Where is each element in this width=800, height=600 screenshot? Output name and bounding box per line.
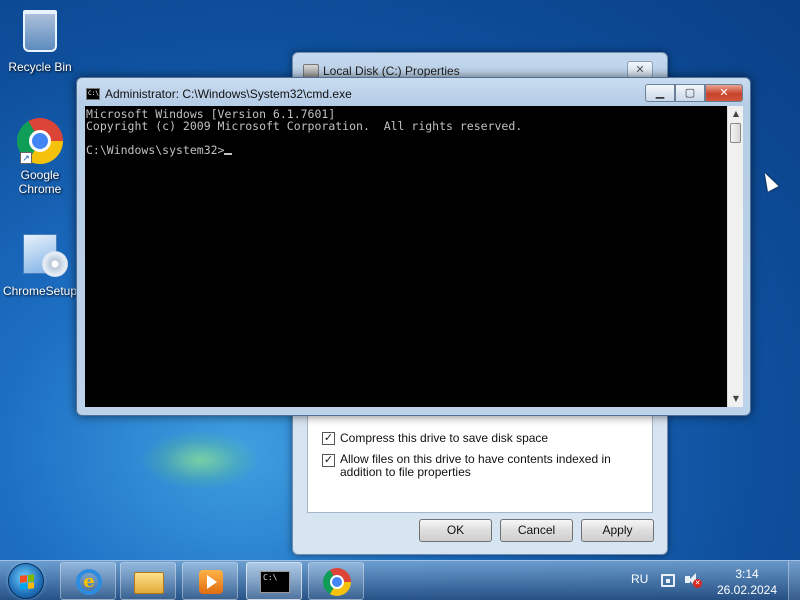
cmd-window-title: Administrator: C:\Windows\System32\cmd.e… — [105, 87, 352, 101]
dialog-title: Local Disk (C:) Properties — [323, 64, 460, 78]
taskbar-media-player[interactable] — [182, 562, 238, 600]
command-prompt-icon: C:\ — [260, 571, 290, 593]
dialog-close-button[interactable]: ✕ — [627, 61, 653, 78]
cmd-window: C:\ Administrator: C:\Windows\System32\c… — [76, 77, 751, 416]
ok-button[interactable]: OK — [419, 519, 492, 542]
desktop-icon-recycle-bin[interactable]: Recycle Bin — [2, 6, 78, 74]
console-output[interactable]: Microsoft Windows [Version 6.1.7601] Copy… — [85, 106, 727, 407]
system-clock[interactable]: 3:14 26.02.2024 — [712, 566, 782, 598]
file-explorer-icon — [134, 572, 164, 594]
wallpaper-glow — [140, 430, 260, 490]
media-player-icon — [199, 570, 223, 594]
recycle-bin-icon — [16, 10, 64, 58]
compress-drive-checkbox[interactable]: ✓ — [322, 432, 335, 445]
installer-icon — [16, 234, 68, 282]
cancel-button[interactable]: Cancel — [500, 519, 573, 542]
desktop-icon-chromesetup[interactable]: ChromeSetup — [2, 230, 78, 298]
desktop-icon-label: Google Chrome — [18, 168, 62, 196]
scroll-down-arrow-icon[interactable]: ▼ — [728, 391, 744, 407]
network-icon[interactable] — [661, 574, 675, 587]
desktop-icon-label: ChromeSetup — [2, 284, 78, 298]
chrome-icon — [323, 568, 351, 596]
taskbar-chrome[interactable] — [308, 562, 364, 600]
index-contents-label: Allow files on this drive to have conten… — [340, 452, 611, 479]
compress-drive-label: Compress this drive to save disk space — [340, 431, 549, 445]
console-line: Copyright (c) 2009 Microsoft Corporation… — [86, 119, 523, 133]
mouse-pointer-icon — [759, 170, 779, 192]
taskbar: e C:\ RU ✕ 3:14 26.02.2024 — [0, 560, 800, 600]
console-prompt: C:\Windows\system32> — [86, 143, 225, 157]
compress-drive-option[interactable]: ✓ Compress this drive to save disk space — [322, 431, 548, 445]
apply-button[interactable]: Apply — [581, 519, 654, 542]
taskbar-file-explorer[interactable] — [120, 562, 176, 600]
general-tab-panel: ✓ Compress this drive to save disk space… — [307, 413, 653, 513]
chrome-icon: ↗ — [16, 118, 64, 166]
scrollbar-thumb[interactable] — [730, 123, 741, 143]
taskbar-internet-explorer[interactable]: e — [60, 562, 116, 600]
cmd-window-icon: C:\ — [86, 88, 100, 100]
clock-date: 26.02.2024 — [716, 583, 778, 597]
language-indicator[interactable]: RU — [631, 572, 648, 586]
show-desktop-button[interactable] — [788, 561, 800, 600]
minimize-button[interactable]: ▁ — [645, 84, 675, 102]
drive-icon — [303, 64, 319, 78]
desktop-icon-label: Recycle Bin — [8, 60, 72, 74]
clock-time: 3:14 — [735, 567, 759, 581]
index-contents-checkbox[interactable]: ✓ — [322, 454, 335, 467]
vertical-scrollbar[interactable]: ▲ ▼ — [727, 106, 743, 407]
start-button[interactable] — [8, 563, 44, 599]
index-contents-option[interactable]: ✓ Allow files on this drive to have cont… — [322, 453, 638, 479]
windows-logo-icon — [20, 574, 34, 590]
scroll-up-arrow-icon[interactable]: ▲ — [728, 106, 744, 122]
desktop-icon-google-chrome[interactable]: ↗ Google Chrome — [2, 118, 78, 196]
maximize-button[interactable]: ▢ — [675, 84, 705, 102]
close-button[interactable]: ✕ — [705, 84, 743, 102]
internet-explorer-icon: e — [76, 569, 102, 595]
volume-muted-icon[interactable]: ✕ — [684, 572, 702, 588]
text-cursor — [224, 153, 233, 155]
taskbar-command-prompt[interactable]: C:\ — [246, 562, 302, 600]
shortcut-arrow-icon: ↗ — [20, 152, 32, 164]
console-prompt-line: C:\Windows\system32> — [86, 144, 726, 156]
